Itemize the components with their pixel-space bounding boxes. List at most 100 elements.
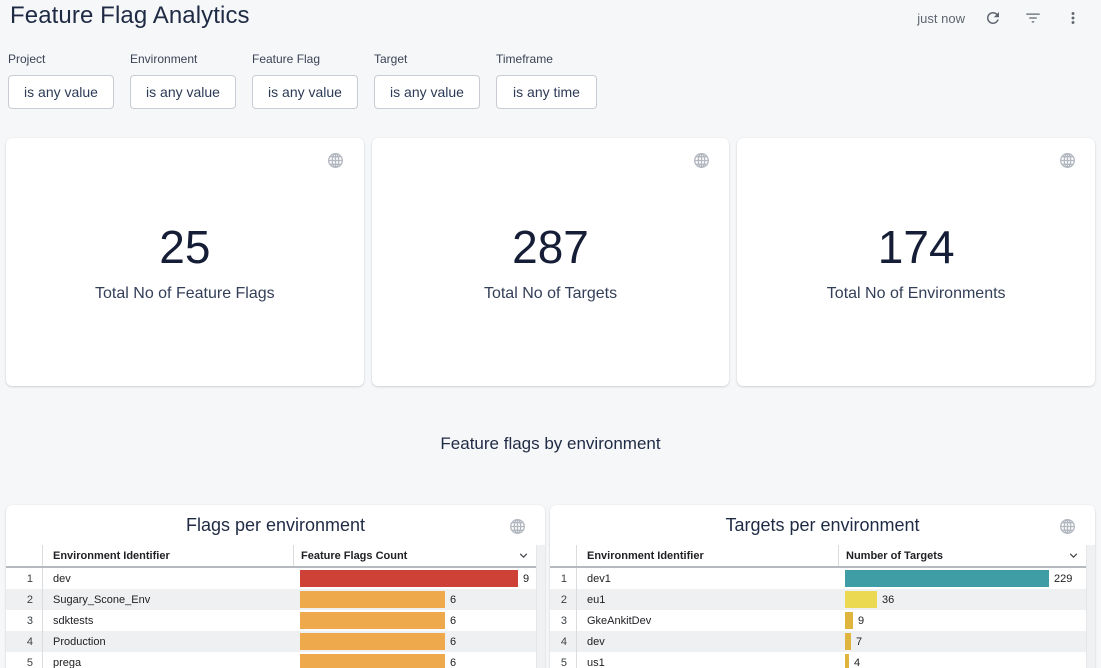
row-environment: dev — [43, 568, 293, 589]
row-measure-cell: 7 — [838, 631, 1095, 652]
table-row[interactable]: 3GkeAnkitDev9 — [550, 610, 1095, 631]
filter-environment: Environment is any value — [130, 52, 236, 109]
dashboard-filters-button[interactable] — [1019, 4, 1047, 32]
header-actions: just now — [917, 4, 1087, 32]
row-measure-cell: 229 — [838, 568, 1095, 589]
row-index: 4 — [6, 631, 43, 652]
kpi-tile-targets: 287 Total No of Targets — [372, 138, 730, 386]
bar — [300, 612, 445, 629]
row-environment: us1 — [577, 652, 838, 668]
globe-icon — [1058, 517, 1077, 536]
globe-icon — [1058, 151, 1077, 170]
row-index: 1 — [6, 568, 43, 589]
table-row[interactable]: 4Production6 — [6, 631, 545, 652]
row-measure-cell: 6 — [293, 631, 545, 652]
row-measure-cell: 6 — [293, 610, 545, 631]
filter-label: Feature Flag — [252, 52, 358, 66]
column-menu-button[interactable] — [516, 548, 531, 563]
row-measure-cell: 9 — [838, 610, 1095, 631]
row-measure-cell: 9 — [293, 568, 545, 589]
filter-label: Target — [374, 52, 480, 66]
tile-actions-button[interactable] — [505, 514, 529, 538]
column-menu-button[interactable] — [1066, 548, 1081, 563]
column-header-identifier[interactable]: Environment Identifier — [43, 545, 293, 566]
column-header-identifier[interactable]: Environment Identifier — [577, 545, 838, 566]
kpi-label: Total No of Feature Flags — [6, 285, 364, 303]
tables-row: Flags per environment Environment Identi… — [6, 505, 1095, 668]
row-index: 3 — [6, 610, 43, 631]
globe-icon — [326, 151, 345, 170]
filter-timeframe: Timeframe is any time — [496, 52, 597, 109]
row-index: 1 — [550, 568, 577, 589]
column-header-label: Feature Flags Count — [301, 550, 407, 562]
row-environment: GkeAnkitDev — [577, 610, 838, 631]
tile-actions-button[interactable] — [1055, 514, 1079, 538]
last-refresh-time: just now — [917, 11, 965, 26]
row-measure-cell: 36 — [838, 589, 1095, 610]
table-row[interactable]: 5us1 4 — [550, 652, 1095, 668]
column-header-measure[interactable]: Number of Targets — [838, 545, 1086, 566]
bar — [845, 654, 849, 668]
kpi-value: 25 — [6, 220, 364, 274]
chevron-down-icon — [1066, 548, 1081, 563]
refresh-button[interactable] — [979, 4, 1007, 32]
table-row[interactable]: 3sdktests6 — [6, 610, 545, 631]
filter-icon — [1024, 9, 1042, 27]
kpi-value: 287 — [372, 220, 730, 274]
table-row[interactable]: 1dev1229 — [550, 568, 1095, 589]
bar-value: 9 — [523, 573, 529, 585]
column-header-measure[interactable]: Feature Flags Count — [293, 545, 536, 566]
table-header: Environment Identifier Feature Flags Cou… — [6, 545, 536, 568]
section-title: Feature flags by environment — [0, 434, 1101, 454]
tile-actions-button[interactable] — [1055, 148, 1079, 172]
refresh-icon — [984, 9, 1002, 27]
row-environment: Sugary_Scone_Env — [43, 589, 293, 610]
bar — [845, 612, 853, 629]
tile-actions-button[interactable] — [689, 148, 713, 172]
more-vert-icon — [1064, 9, 1082, 27]
filter-label: Timeframe — [496, 52, 597, 66]
bar — [300, 633, 445, 650]
filter-value-button[interactable]: is any value — [130, 75, 236, 109]
bar — [300, 570, 518, 587]
tile-actions-button[interactable] — [324, 148, 348, 172]
filter-value-button[interactable]: is any time — [496, 75, 597, 109]
kpi-row: 25 Total No of Feature Flags 287 Total N… — [6, 138, 1095, 386]
tile-targets-per-environment: Targets per environment Environment Iden… — [550, 505, 1095, 668]
row-environment: prega — [43, 652, 293, 668]
table-header: Environment Identifier Number of Targets — [550, 545, 1086, 568]
row-index: 5 — [6, 652, 43, 668]
bar-value: 36 — [882, 594, 894, 606]
filter-label: Project — [8, 52, 114, 66]
index-column-header — [6, 545, 43, 566]
row-index: 3 — [550, 610, 577, 631]
filter-label: Environment — [130, 52, 236, 66]
row-measure-cell: 4 — [838, 652, 1095, 668]
globe-icon — [692, 151, 711, 170]
tile-title: Flags per environment — [6, 505, 545, 545]
row-index: 5 — [550, 652, 577, 668]
bar — [845, 570, 1049, 587]
table-row[interactable]: 2eu136 — [550, 589, 1095, 610]
row-environment: Production — [43, 631, 293, 652]
bar-value: 6 — [450, 594, 456, 606]
filter-value-button[interactable]: is any value — [252, 75, 358, 109]
bar-value: 229 — [1054, 573, 1072, 585]
more-options-button[interactable] — [1059, 4, 1087, 32]
row-index: 2 — [6, 589, 43, 610]
kpi-label: Total No of Environments — [737, 285, 1095, 303]
table-row[interactable]: 4dev7 — [550, 631, 1095, 652]
bar — [845, 591, 877, 608]
table-body: 1dev92Sugary_Scone_Env63sdktests64Produc… — [6, 568, 545, 668]
filter-bar: Project is any value Environment is any … — [8, 52, 597, 109]
table-row[interactable]: 1dev 9 — [6, 568, 545, 589]
table-row[interactable]: 5prega 6 — [6, 652, 545, 668]
filter-value-button[interactable]: is any value — [374, 75, 480, 109]
filter-value-button[interactable]: is any value — [8, 75, 114, 109]
kpi-tile-environments: 174 Total No of Environments — [737, 138, 1095, 386]
bar-value: 6 — [450, 657, 456, 668]
row-index: 2 — [550, 589, 577, 610]
table-row[interactable]: 2Sugary_Scone_Env 6 — [6, 589, 545, 610]
tile-title: Targets per environment — [550, 505, 1095, 545]
bar-value: 4 — [854, 657, 860, 668]
